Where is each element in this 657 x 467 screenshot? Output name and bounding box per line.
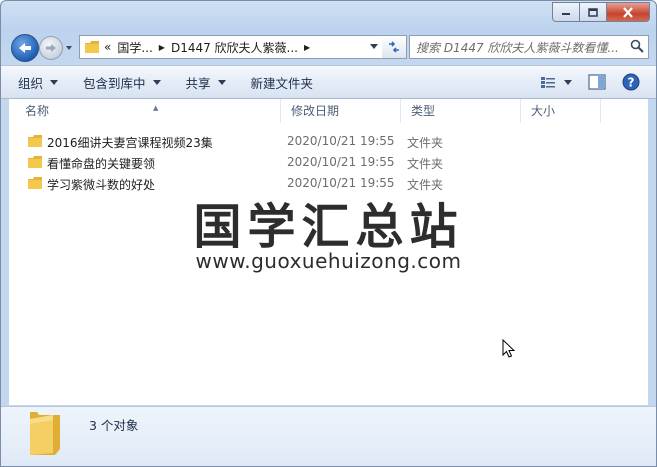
back-button[interactable] (11, 34, 39, 62)
file-name: 看懂命盘的关键要领 (47, 157, 156, 171)
mouse-cursor-icon (502, 339, 516, 358)
folder-large-icon (30, 412, 60, 455)
minimize-icon (562, 13, 570, 15)
command-bar: 组织 包含到库中 共享 新建文件夹 ? (1, 65, 656, 99)
file-date: 2020/10/21 19:55 (287, 155, 395, 169)
file-list[interactable]: 名称 ▲ 修改日期 类型 大小 2016细讲夫妻宫课程视频23集 2020/10… (9, 99, 648, 405)
watermark-title: 国学汇总站 (193, 199, 464, 255)
chevron-down-icon (217, 79, 226, 85)
close-icon (623, 6, 633, 18)
breadcrumb-overflow[interactable]: « (104, 40, 111, 54)
column-name-label: 名称 (25, 104, 50, 118)
share-label: 共享 (185, 75, 211, 91)
chevron-down-icon (50, 79, 59, 85)
include-in-library-button[interactable]: 包含到库中 (83, 73, 161, 92)
arrow-right-icon (46, 44, 56, 52)
list-item[interactable]: 看懂命盘的关键要领 2020/10/21 19:55 文件夹 (9, 152, 629, 173)
arrow-left-icon (19, 43, 31, 53)
file-type: 文件夹 (407, 157, 444, 171)
change-view-button[interactable] (540, 75, 572, 89)
refresh-button[interactable] (382, 35, 407, 59)
folder-icon (28, 156, 42, 168)
details-pane: 3 个对象 (1, 406, 656, 466)
search-input[interactable]: 搜索 D1447 欣欣夫人紫薇斗数看懂... (416, 39, 620, 56)
caption-buttons (552, 2, 650, 22)
column-header-size[interactable]: 大小 (521, 99, 601, 123)
toolbar-right: ? (540, 66, 656, 98)
refresh-icon (389, 41, 399, 53)
column-type-label: 类型 (411, 104, 436, 118)
preview-pane-icon (588, 74, 606, 90)
column-headers: 名称 ▲ 修改日期 类型 大小 (9, 99, 648, 123)
new-folder-button[interactable]: 新建文件夹 (251, 73, 314, 92)
view-list-icon (541, 77, 555, 88)
list-item[interactable]: 2016细讲夫妻宫课程视频23集 2020/10/21 19:55 文件夹 (9, 131, 629, 152)
breadcrumb: « 国学... ▶ D1447 欣欣夫人紫薇... ▶ (104, 39, 316, 56)
breadcrumb-arrow-icon[interactable]: ▶ (159, 43, 165, 52)
column-date-label: 修改日期 (291, 104, 340, 118)
address-bar[interactable]: « 国学... ▶ D1447 欣欣夫人紫薇... ▶ (79, 35, 383, 59)
folder-icon (28, 135, 42, 147)
forward-button[interactable] (39, 36, 63, 60)
share-button[interactable]: 共享 (186, 73, 226, 92)
minimize-button[interactable] (552, 2, 580, 22)
column-size-label: 大小 (531, 104, 556, 118)
maximize-icon (588, 7, 598, 17)
organize-label: 组织 (18, 75, 44, 91)
column-header-type[interactable]: 类型 (401, 99, 521, 123)
breadcrumb-item-d1447[interactable]: D1447 欣欣夫人紫薇... (171, 39, 298, 56)
navigation-bar: « 国学... ▶ D1447 欣欣夫人紫薇... ▶ 搜索 D1447 欣欣夫… (9, 32, 649, 62)
maximize-button[interactable] (580, 2, 607, 22)
search-icon[interactable] (630, 39, 644, 53)
column-header-date[interactable]: 修改日期 (281, 99, 401, 123)
new-folder-label: 新建文件夹 (250, 75, 314, 91)
column-header-name[interactable]: 名称 ▲ (15, 99, 281, 123)
sort-ascending-icon: ▲ (153, 104, 159, 112)
file-name: 2016细讲夫妻宫课程视频23集 (47, 136, 213, 150)
chevron-down-icon (152, 79, 161, 85)
organize-button[interactable]: 组织 (18, 73, 59, 92)
breadcrumb-arrow-icon[interactable]: ▶ (304, 43, 310, 52)
search-box[interactable]: 搜索 D1447 欣欣夫人紫薇斗数看懂... (409, 35, 649, 59)
file-type: 文件夹 (407, 136, 444, 150)
explorer-window: « 国学... ▶ D1447 欣欣夫人紫薇... ▶ 搜索 D1447 欣欣夫… (0, 0, 657, 467)
chevron-down-icon[interactable] (564, 79, 572, 85)
address-dropdown-icon[interactable] (370, 44, 378, 50)
breadcrumb-item-guoxue[interactable]: 国学... (117, 39, 152, 56)
help-button[interactable]: ? (622, 73, 640, 91)
preview-pane-button[interactable] (588, 74, 606, 90)
item-count: 3 个对象 (89, 418, 139, 433)
folder-icon (85, 41, 99, 53)
close-button[interactable] (607, 2, 650, 22)
help-icon: ? (622, 73, 640, 91)
svg-text:?: ? (628, 76, 635, 90)
file-date: 2020/10/21 19:55 (287, 134, 395, 148)
recent-pages-dropdown-icon[interactable] (65, 44, 73, 52)
include-in-library-label: 包含到库中 (83, 75, 146, 91)
watermark-url: www.guoxuehuizong.com (195, 249, 462, 273)
